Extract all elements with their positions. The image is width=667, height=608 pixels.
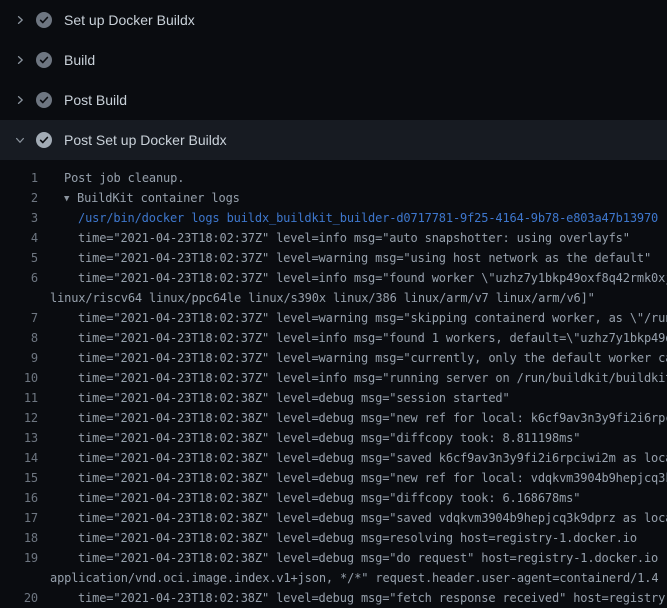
log-text: time="2021-04-23T18:02:38Z" level=debug …: [50, 588, 667, 608]
check-circle-icon: [36, 92, 52, 108]
step-header-post-set-up-docker-buildx[interactable]: Post Set up Docker Buildx: [0, 120, 667, 160]
line-number-link[interactable]: 1: [0, 168, 38, 188]
line-number-link[interactable]: 15: [0, 468, 38, 488]
group-toggle-triangle-icon[interactable]: ▼: [64, 189, 77, 209]
check-circle-icon: [36, 12, 52, 28]
group-label: BuildKit container logs: [77, 191, 240, 205]
log-lines: 1 Post job cleanup. 2 ▼BuildKit containe…: [0, 160, 667, 608]
log-text: time="2021-04-23T18:02:38Z" level=debug …: [50, 548, 667, 568]
log-line: 7 time="2021-04-23T18:02:37Z" level=warn…: [0, 308, 667, 328]
log-line: 6 time="2021-04-23T18:02:37Z" level=info…: [0, 268, 667, 288]
chevron-down-icon: [12, 132, 28, 148]
log-text: Post job cleanup.: [50, 168, 184, 188]
log-text: time="2021-04-23T18:02:38Z" level=debug …: [50, 468, 667, 488]
log-text: time="2021-04-23T18:02:37Z" level=info m…: [50, 268, 667, 288]
log-text: time="2021-04-23T18:02:38Z" level=debug …: [50, 528, 637, 548]
check-circle-icon: [36, 132, 52, 148]
step-label: Build: [64, 52, 95, 68]
step-header-build[interactable]: Build: [0, 40, 667, 80]
log-text: time="2021-04-23T18:02:37Z" level=info m…: [50, 368, 667, 388]
log-text: time="2021-04-23T18:02:37Z" level=info m…: [50, 328, 667, 348]
line-number-link[interactable]: 8: [0, 328, 38, 348]
log-text: time="2021-04-23T18:02:38Z" level=debug …: [50, 448, 667, 468]
log-line: 3 /usr/bin/docker logs buildx_buildkit_b…: [0, 208, 667, 228]
log-text: time="2021-04-23T18:02:37Z" level=info m…: [50, 228, 630, 248]
line-number-link[interactable]: 6: [0, 268, 38, 288]
log-line: 11 time="2021-04-23T18:02:38Z" level=deb…: [0, 388, 667, 408]
log-text: time="2021-04-23T18:02:38Z" level=debug …: [50, 488, 580, 508]
line-number-link[interactable]: 17: [0, 508, 38, 528]
log-line: 18 time="2021-04-23T18:02:38Z" level=deb…: [0, 528, 667, 548]
steps-list: Set up Docker Buildx Build Post Build Po…: [0, 0, 667, 160]
line-number-link[interactable]: 19: [0, 548, 38, 568]
log-line: 5 time="2021-04-23T18:02:37Z" level=warn…: [0, 248, 667, 268]
workflow-log-panel: Set up Docker Buildx Build Post Build Po…: [0, 0, 667, 608]
chevron-right-icon: [12, 12, 28, 28]
log-line: 8 time="2021-04-23T18:02:37Z" level=info…: [0, 328, 667, 348]
log-line: application/vnd.oci.image.index.v1+json,…: [0, 568, 667, 588]
line-number-link[interactable]: 11: [0, 388, 38, 408]
line-number-link[interactable]: 7: [0, 308, 38, 328]
line-number-link[interactable]: [0, 568, 38, 588]
log-text: linux/riscv64 linux/ppc64le linux/s390x …: [50, 288, 595, 308]
chevron-right-icon: [12, 92, 28, 108]
line-number-link[interactable]: 3: [0, 208, 38, 228]
log-text: time="2021-04-23T18:02:38Z" level=debug …: [50, 428, 580, 448]
check-circle-icon: [36, 52, 52, 68]
log-line: 12 time="2021-04-23T18:02:38Z" level=deb…: [0, 408, 667, 428]
log-line: 16 time="2021-04-23T18:02:38Z" level=deb…: [0, 488, 667, 508]
line-number-link[interactable]: 10: [0, 368, 38, 388]
log-line: 14 time="2021-04-23T18:02:38Z" level=deb…: [0, 448, 667, 468]
line-number-link[interactable]: 14: [0, 448, 38, 468]
log-text: time="2021-04-23T18:02:38Z" level=debug …: [50, 388, 510, 408]
log-line: linux/riscv64 linux/ppc64le linux/s390x …: [0, 288, 667, 308]
line-number-link[interactable]: 9: [0, 348, 38, 368]
line-number-link[interactable]: 4: [0, 228, 38, 248]
log-line: 9 time="2021-04-23T18:02:37Z" level=warn…: [0, 348, 667, 368]
line-number-link[interactable]: 20: [0, 588, 38, 608]
line-number-link[interactable]: 13: [0, 428, 38, 448]
log-line: 1 Post job cleanup.: [0, 168, 667, 188]
log-line: 20 time="2021-04-23T18:02:38Z" level=deb…: [0, 588, 667, 608]
log-text: application/vnd.oci.image.index.v1+json,…: [50, 568, 658, 588]
log-line: 19 time="2021-04-23T18:02:38Z" level=deb…: [0, 548, 667, 568]
line-number-link[interactable]: 18: [0, 528, 38, 548]
log-line: 4 time="2021-04-23T18:02:37Z" level=info…: [0, 228, 667, 248]
log-line: 10 time="2021-04-23T18:02:37Z" level=inf…: [0, 368, 667, 388]
log-text: time="2021-04-23T18:02:38Z" level=debug …: [50, 408, 667, 428]
step-label: Post Set up Docker Buildx: [64, 132, 227, 148]
step-header-post-build[interactable]: Post Build: [0, 80, 667, 120]
log-line: 17 time="2021-04-23T18:02:38Z" level=deb…: [0, 508, 667, 528]
log-line: 2 ▼BuildKit container logs: [0, 188, 667, 208]
step-header-set-up-docker-buildx[interactable]: Set up Docker Buildx: [0, 0, 667, 40]
step-label: Set up Docker Buildx: [64, 12, 195, 28]
chevron-right-icon: [12, 52, 28, 68]
line-number-link[interactable]: 2: [0, 188, 38, 208]
log-text: time="2021-04-23T18:02:38Z" level=debug …: [50, 508, 667, 528]
line-number-link[interactable]: [0, 288, 38, 308]
log-line: 13 time="2021-04-23T18:02:38Z" level=deb…: [0, 428, 667, 448]
log-text: time="2021-04-23T18:02:37Z" level=warnin…: [50, 308, 667, 328]
line-number-link[interactable]: 12: [0, 408, 38, 428]
log-line: 15 time="2021-04-23T18:02:38Z" level=deb…: [0, 468, 667, 488]
line-number-link[interactable]: 16: [0, 488, 38, 508]
step-label: Post Build: [64, 92, 127, 108]
command-log-text: /usr/bin/docker logs buildx_buildkit_bui…: [50, 208, 658, 228]
log-text: time="2021-04-23T18:02:37Z" level=warnin…: [50, 248, 651, 268]
log-text: time="2021-04-23T18:02:37Z" level=warnin…: [50, 348, 667, 368]
log-text: ▼BuildKit container logs: [50, 188, 240, 208]
line-number-link[interactable]: 5: [0, 248, 38, 268]
